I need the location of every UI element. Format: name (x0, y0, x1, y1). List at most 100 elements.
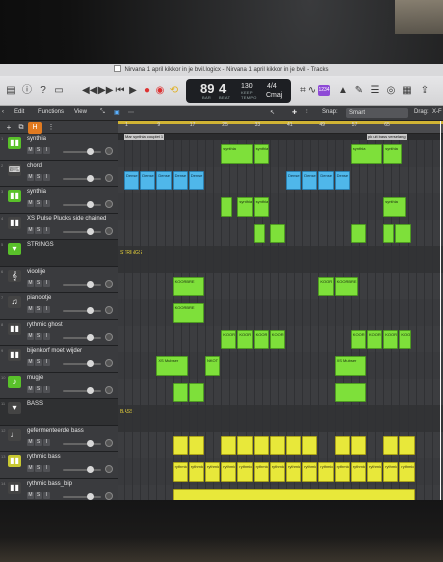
region[interactable] (395, 223, 411, 243)
loop-browser-icon[interactable]: ◎ (384, 85, 398, 97)
mute-button[interactable]: M (27, 173, 34, 181)
track-name[interactable]: synthia (27, 189, 46, 195)
notepad-icon[interactable]: ✎ (352, 85, 366, 97)
automation-icon[interactable]: ⋯ (128, 109, 134, 116)
region[interactable] (334, 382, 366, 402)
region[interactable] (350, 223, 366, 243)
solo-button[interactable]: S (35, 200, 42, 207)
pan-knob[interactable] (105, 385, 113, 394)
functions-menu[interactable]: Functions (38, 109, 64, 115)
solo-button[interactable]: S (35, 147, 42, 154)
input-monitor-button[interactable]: I (43, 200, 50, 207)
region[interactable] (221, 435, 237, 455)
toolbar-toggle-icon[interactable]: ▭ (52, 85, 66, 97)
inspector-icon[interactable]: ⓘ (20, 85, 34, 97)
track-header[interactable]: 10 ♪ mugje M S I (0, 372, 118, 399)
region[interactable]: KOOR (269, 329, 285, 349)
mute-button[interactable]: M (27, 200, 34, 207)
mute-button[interactable]: M (27, 359, 34, 366)
region[interactable]: KOOR (383, 329, 399, 349)
input-monitor-button[interactable]: I (43, 279, 50, 287)
list-editor-icon[interactable]: ☰ (368, 85, 382, 97)
track-header[interactable]: 1 ▮▮ synthia M S I (0, 134, 118, 161)
input-monitor-button[interactable]: I (43, 359, 50, 366)
region[interactable] (253, 223, 265, 243)
region[interactable] (221, 197, 233, 217)
region[interactable]: synthia (253, 197, 269, 217)
region[interactable]: KOORBRE (334, 276, 358, 296)
track-header[interactable]: 9 ▮▮ bijenkorf moet wijder M S I (0, 346, 118, 373)
volume-fader[interactable] (63, 307, 101, 314)
track-lane[interactable] (118, 405, 443, 432)
input-monitor-button[interactable]: I (43, 147, 50, 154)
region[interactable]: Dense (334, 170, 350, 190)
mute-button[interactable]: M (27, 385, 34, 393)
track-name[interactable]: pianootje (27, 295, 51, 301)
pencil-tool-icon[interactable]: ✚ (292, 109, 297, 116)
region[interactable]: XS Mubser (156, 356, 188, 376)
region[interactable]: Dense (188, 170, 204, 190)
volume-fader-knob[interactable] (87, 360, 94, 367)
pan-knob[interactable] (105, 173, 113, 182)
mute-button[interactable]: M (27, 306, 34, 313)
volume-fader[interactable] (63, 280, 101, 288)
solo-button[interactable]: S (35, 332, 42, 340)
mute-button[interactable]: M (27, 491, 34, 499)
track-lane[interactable] (118, 299, 443, 326)
pan-knob[interactable] (105, 279, 113, 288)
arrange-area[interactable]: 1 9 17 25 33 41 49 57 65 Marke synthia couplet 1p… (118, 121, 443, 500)
lcd-display[interactable]: 89 4 BAR BEAT 130 KEEP TEMPO 4/4 Cmaj (186, 79, 291, 103)
region[interactable]: KOOR (253, 329, 269, 349)
region[interactable]: synthia (383, 197, 407, 217)
region[interactable]: NKOT (205, 356, 221, 376)
track-header[interactable]: 14 ▮▮ rythmic bass_bip M S I (0, 478, 118, 500)
track-name[interactable]: mugje (27, 375, 43, 381)
go-to-start-icon[interactable]: ⏮ (113, 85, 127, 97)
region[interactable]: rythmic bass (221, 462, 237, 482)
region[interactable]: Dense Metalli (140, 170, 156, 190)
region[interactable]: Dense (172, 170, 188, 190)
region[interactable]: rythmic bass (302, 462, 318, 482)
volume-fader[interactable] (63, 386, 101, 394)
track-header[interactable]: 8 ▮▮ rythmic ghost M S I (0, 319, 118, 346)
view-menu[interactable]: View (74, 109, 87, 115)
solo-button[interactable]: S (35, 465, 42, 472)
pan-knob[interactable] (105, 438, 113, 447)
region[interactable]: rythmic bass (205, 462, 221, 482)
hide-icon[interactable]: H (28, 122, 42, 134)
region[interactable] (383, 223, 395, 243)
input-monitor-button[interactable]: I (43, 173, 50, 181)
mute-button[interactable]: M (27, 438, 34, 446)
back-icon[interactable]: ‹ (2, 109, 4, 115)
region[interactable] (269, 223, 285, 243)
track-header[interactable]: 4 ▮▮ XS Pulse Plucks side chained M S I (0, 213, 118, 240)
mute-button[interactable]: M (27, 465, 34, 472)
solo-button[interactable]: S (35, 491, 42, 499)
rewind-icon[interactable]: ◀◀ (82, 85, 97, 97)
capture-icon[interactable]: ◉ (153, 85, 167, 97)
volume-fader[interactable] (63, 333, 101, 341)
drag-value[interactable]: X-F (432, 109, 442, 115)
region[interactable]: rythmic bass (188, 462, 204, 482)
track-name[interactable]: gefermenteerde bass (27, 428, 84, 434)
track-name[interactable]: bijenkorf moet wijder (27, 348, 82, 354)
solo-button[interactable]: S (35, 385, 42, 393)
region[interactable]: synthia (221, 144, 253, 164)
region[interactable]: Dense Metalli (156, 170, 172, 190)
input-monitor-button[interactable]: I (43, 226, 50, 234)
input-monitor-button[interactable]: I (43, 385, 50, 393)
input-monitor-button[interactable]: I (43, 332, 50, 340)
volume-fader-knob[interactable] (87, 466, 94, 473)
track-name[interactable]: rythmic bass_bip (27, 481, 72, 487)
track-header[interactable]: 13 ▮▮ rythmic bass M S I (0, 452, 118, 479)
volume-fader-knob[interactable] (87, 439, 94, 447)
volume-fader-knob[interactable] (87, 492, 94, 500)
metronome-icon[interactable]: ▲ (336, 85, 350, 97)
region[interactable]: Dense Metalli (302, 170, 318, 190)
forward-icon[interactable]: ▶▶ (98, 85, 113, 97)
pan-knob[interactable] (105, 147, 113, 155)
record-icon[interactable]: ● (140, 85, 154, 97)
solo-button[interactable]: S (35, 438, 42, 446)
volume-fader-knob[interactable] (87, 333, 94, 341)
volume-fader-knob[interactable] (87, 307, 94, 314)
